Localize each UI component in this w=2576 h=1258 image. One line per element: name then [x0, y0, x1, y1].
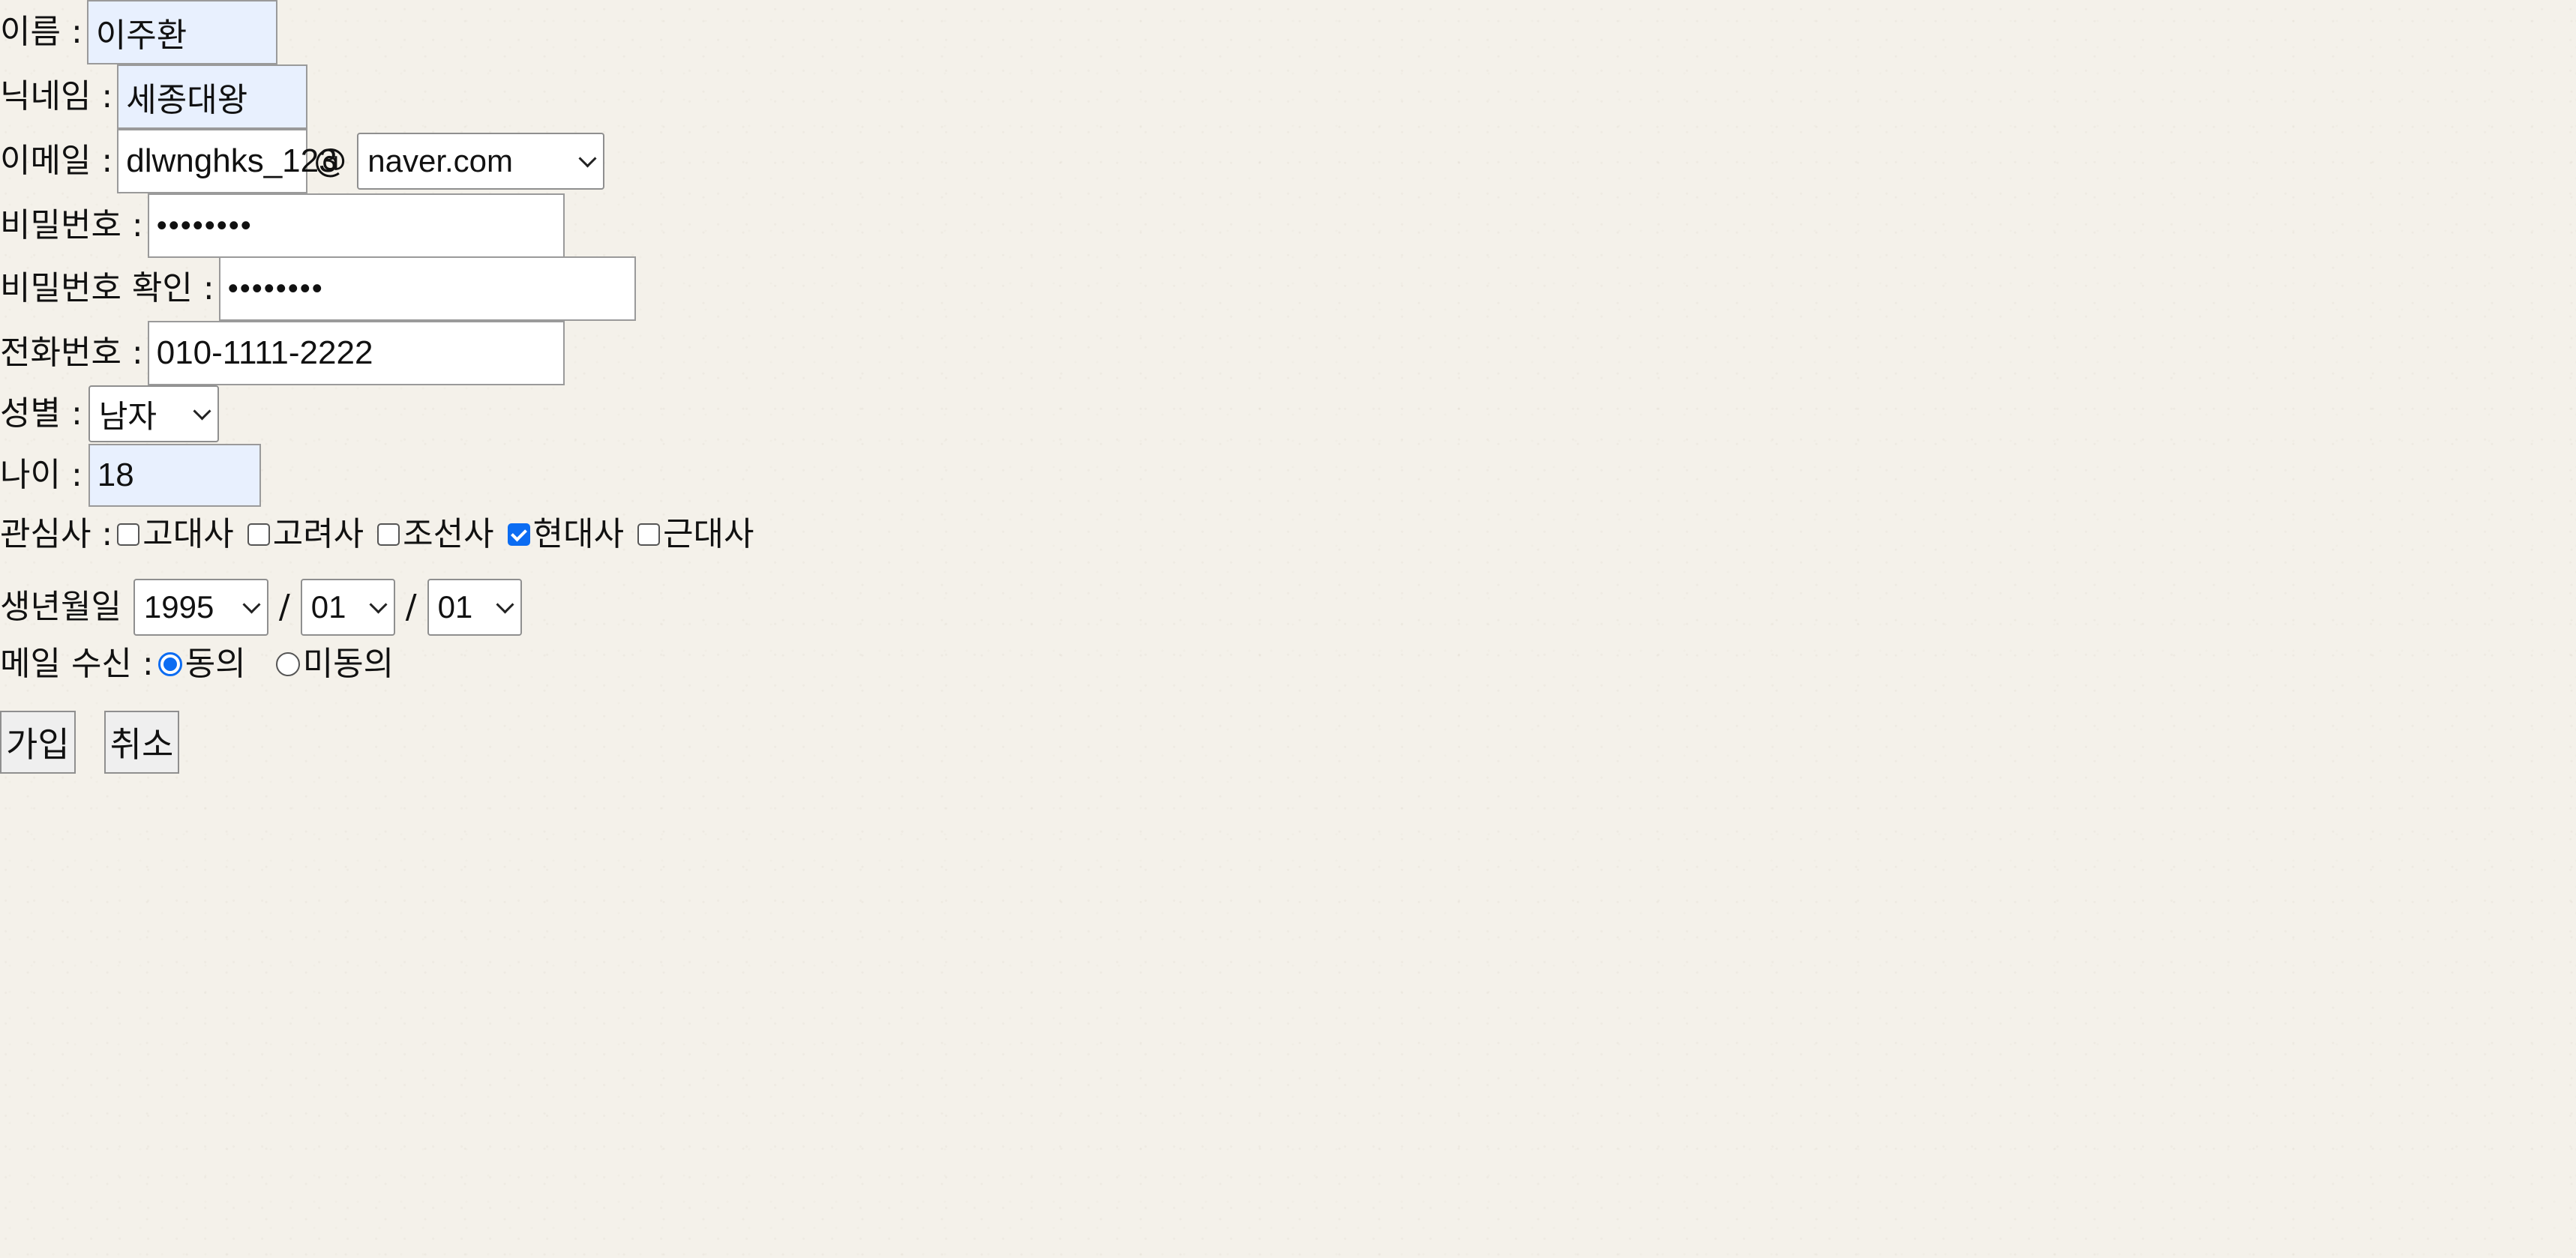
- gender-row: 성별 : 남자: [0, 385, 219, 442]
- name-row: 이름 : 이주환: [0, 0, 277, 64]
- checkbox-ancient[interactable]: [117, 523, 140, 546]
- chevron-down-icon: [193, 401, 211, 421]
- interests-row: 관심사 : 고대사 고려사 조선사 현대사 근대사: [0, 510, 754, 559]
- password-row: 비밀번호 : ••••••••: [0, 193, 565, 258]
- password-confirm-row: 비밀번호 확인 : ••••••••: [0, 256, 636, 321]
- birth-separator: /: [405, 588, 417, 626]
- button-row: 가입 취소: [0, 711, 180, 774]
- checkbox-joseon-label: 조선사: [403, 515, 494, 553]
- email-label: 이메일 :: [0, 142, 113, 180]
- submit-button[interactable]: 가입: [0, 711, 76, 774]
- phone-row: 전화번호 : 010-1111-2222: [0, 321, 565, 385]
- age-label: 나이 :: [0, 456, 82, 494]
- checkbox-goryeo-label: 고려사: [272, 515, 364, 553]
- mail-consent-label: 메일 수신 :: [0, 645, 154, 683]
- chevron-down-icon: [496, 595, 514, 614]
- email-domain-select[interactable]: naver.com: [357, 133, 605, 190]
- name-input[interactable]: 이주환: [86, 0, 277, 64]
- radio-disagree-label: 미동의: [302, 645, 394, 683]
- password-confirm-label: 비밀번호 확인 :: [0, 269, 214, 307]
- email-row: 이메일 : dlwnghks_123 @ naver.com: [0, 129, 605, 193]
- birthdate-row: 생년월일 1995 / 01 / 01: [0, 579, 522, 636]
- birth-month-select[interactable]: 01: [300, 579, 395, 636]
- checkbox-goryeo[interactable]: [247, 523, 270, 546]
- email-domain-value: naver.com: [367, 143, 514, 178]
- chevron-down-icon: [242, 595, 261, 614]
- birth-day-value: 01: [437, 589, 473, 625]
- nickname-row: 닉네임 : 세종대왕: [0, 64, 308, 129]
- nickname-input[interactable]: 세종대왕: [117, 64, 308, 129]
- radio-agree-label: 동의: [184, 645, 246, 683]
- radio-disagree[interactable]: [275, 652, 300, 676]
- checkbox-joseon[interactable]: [377, 523, 400, 546]
- password-input[interactable]: ••••••••: [147, 193, 565, 258]
- email-local-input[interactable]: dlwnghks_123: [117, 129, 337, 193]
- birth-month-value: 01: [310, 589, 346, 625]
- birth-day-select[interactable]: 01: [427, 579, 522, 636]
- checkbox-modern-label: 현대사: [532, 515, 625, 553]
- checkbox-modern[interactable]: [507, 523, 530, 546]
- checkbox-early-modern-label: 근대사: [663, 515, 754, 553]
- phone-input[interactable]: 010-1111-2222: [147, 321, 565, 385]
- radio-agree[interactable]: [157, 652, 182, 676]
- chevron-down-icon: [578, 148, 597, 168]
- gender-label: 성별 :: [0, 394, 82, 433]
- birthdate-label: 생년월일: [0, 588, 121, 626]
- birth-separator: /: [278, 588, 290, 626]
- password-label: 비밀번호 :: [0, 206, 143, 244]
- nickname-label: 닉네임 :: [0, 77, 113, 115]
- age-input[interactable]: 18: [88, 444, 261, 507]
- birth-year-value: 1995: [143, 589, 214, 625]
- mail-consent-row: 메일 수신 : 동의 미동의: [0, 642, 394, 687]
- gender-select[interactable]: 남자: [88, 385, 219, 442]
- checkbox-ancient-label: 고대사: [142, 515, 234, 553]
- gender-value: 남자: [98, 398, 157, 434]
- age-row: 나이 : 18: [0, 444, 261, 507]
- password-confirm-input[interactable]: ••••••••: [218, 256, 636, 321]
- cancel-button[interactable]: 취소: [103, 711, 180, 774]
- phone-label: 전화번호 :: [0, 334, 143, 372]
- interests-label: 관심사 :: [0, 515, 113, 553]
- chevron-down-icon: [369, 595, 388, 614]
- name-label: 이름 :: [0, 13, 82, 51]
- email-at-sign: @: [313, 142, 347, 180]
- birth-year-select[interactable]: 1995: [133, 579, 268, 636]
- checkbox-early-modern[interactable]: [637, 523, 661, 546]
